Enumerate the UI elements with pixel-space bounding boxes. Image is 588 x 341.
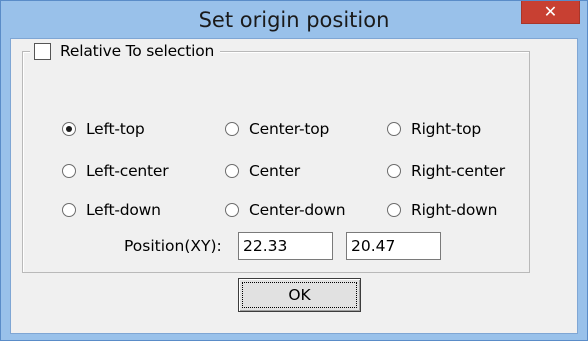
radio-button[interactable] xyxy=(387,122,401,136)
radio-label: Center-down xyxy=(249,201,346,219)
title-bar[interactable]: Set origin position ✕ xyxy=(1,1,587,35)
radio-center-top[interactable]: Center-top xyxy=(225,119,329,139)
position-y-field[interactable]: 20.47 xyxy=(346,232,441,260)
radio-right-down[interactable]: Right-down xyxy=(387,200,497,220)
radio-label: Right-top xyxy=(411,120,482,138)
dialog-title: Set origin position xyxy=(198,8,390,32)
relative-to-selection-checkbox[interactable] xyxy=(34,42,51,60)
close-icon: ✕ xyxy=(543,2,558,21)
radio-label: Left-top xyxy=(86,120,145,138)
position-x-field[interactable]: 22.33 xyxy=(238,232,333,260)
radio-button[interactable] xyxy=(225,164,239,178)
radio-button[interactable] xyxy=(62,203,76,217)
relative-to-selection-label: Relative To selection xyxy=(60,42,215,60)
ok-button[interactable]: OK xyxy=(238,278,361,312)
relative-to-selection-option[interactable]: Relative To selection xyxy=(30,40,221,62)
radio-selected-dot xyxy=(66,126,72,132)
radio-label: Center xyxy=(249,162,300,180)
focus-rectangle xyxy=(242,282,357,308)
radio-button[interactable] xyxy=(387,164,401,178)
radio-label: Left-center xyxy=(86,162,169,180)
radio-button[interactable] xyxy=(225,122,239,136)
radio-button[interactable] xyxy=(62,164,76,178)
radio-label: Center-top xyxy=(249,120,330,138)
radio-button[interactable] xyxy=(387,203,401,217)
close-button[interactable]: ✕ xyxy=(521,1,580,24)
radio-label: Left-down xyxy=(86,201,161,219)
radio-center-down[interactable]: Center-down xyxy=(225,200,346,220)
radio-right-center[interactable]: Right-center xyxy=(387,161,505,181)
radio-left-center[interactable]: Left-center xyxy=(62,161,169,181)
radio-center[interactable]: Center xyxy=(225,161,300,181)
radio-label: Right-center xyxy=(411,162,505,180)
radio-button[interactable] xyxy=(225,203,239,217)
radio-right-top[interactable]: Right-top xyxy=(387,119,481,139)
position-label: Position(XY): xyxy=(124,237,222,255)
radio-left-top[interactable]: Left-top xyxy=(62,119,145,139)
radio-button[interactable] xyxy=(62,122,76,136)
radio-label: Right-down xyxy=(411,201,498,219)
radio-left-down[interactable]: Left-down xyxy=(62,200,161,220)
